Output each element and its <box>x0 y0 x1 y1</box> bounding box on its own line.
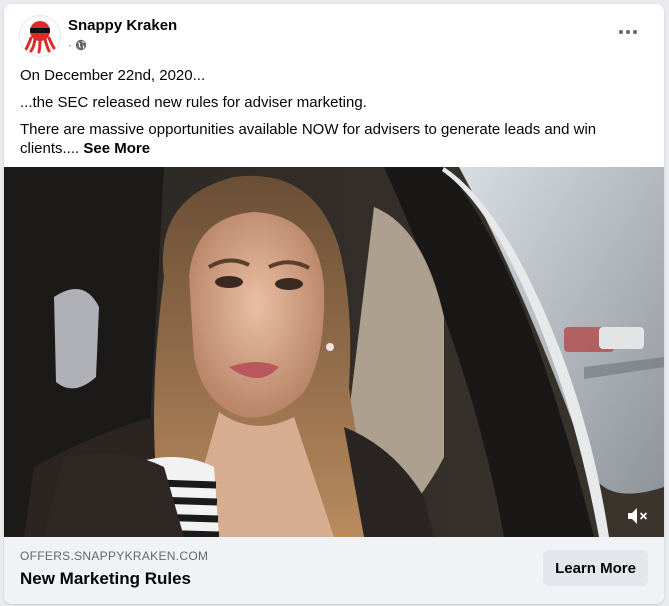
post-meta: · <box>68 38 87 52</box>
more-options-button[interactable] <box>610 20 646 44</box>
post-header: Snappy Kraken · <box>4 4 664 60</box>
page-name[interactable]: Snappy Kraken <box>68 17 177 34</box>
more-options-dot <box>626 30 630 34</box>
learn-more-button[interactable]: Learn More <box>543 550 648 586</box>
feed-post-card: Snappy Kraken · On December 22nd, 2020..… <box>4 4 664 604</box>
globe-icon[interactable] <box>75 39 87 51</box>
post-text-line: There are massive opportunities availabl… <box>20 120 650 158</box>
post-text-line: On December 22nd, 2020... <box>20 67 206 84</box>
kraken-logo-icon <box>24 21 56 54</box>
post-text-line: ...the SEC released new rules for advise… <box>20 94 367 111</box>
more-options-dot <box>633 30 637 34</box>
link-preview[interactable]: OFFERS.SNAPPYKRAKEN.COM New Marketing Ru… <box>4 537 664 604</box>
link-domain: OFFERS.SNAPPYKRAKEN.COM <box>20 549 209 563</box>
page-avatar[interactable] <box>19 15 61 57</box>
see-more-link[interactable]: See More <box>83 140 150 157</box>
link-headline[interactable]: New Marketing Rules <box>20 569 191 589</box>
video-player[interactable] <box>4 167 664 537</box>
video-frame <box>4 167 664 537</box>
meta-separator: · <box>68 38 72 52</box>
post-text: On December 22nd, 2020... ...the SEC rel… <box>20 66 650 166</box>
more-options-icon <box>619 30 623 34</box>
speaker-muted-icon[interactable] <box>626 505 650 527</box>
